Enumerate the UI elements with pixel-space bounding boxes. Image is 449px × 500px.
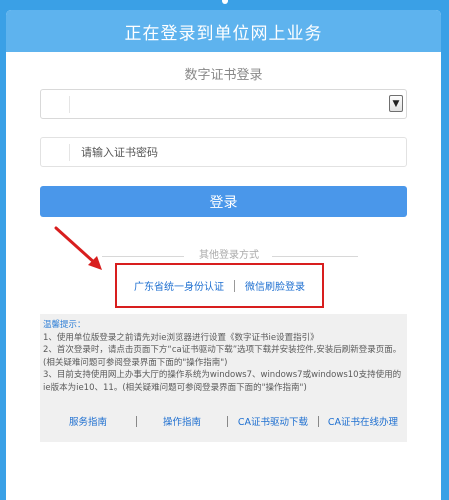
page-title: 正在登录到单位网上业务 <box>6 10 441 52</box>
other-methods-divider: 其他登录方式 <box>6 249 441 263</box>
footer-links: 服务指南 操作指南 CA证书驱动下载 CA证书在线办理 <box>40 414 407 428</box>
operation-guide-link[interactable]: 操作指南 <box>137 414 227 428</box>
tip-item: 3、目前支持使用网上办事大厅的操作系统为windows7、windows7或wi… <box>43 370 402 393</box>
certificate-select[interactable]: ▼ <box>40 89 407 119</box>
tip-item: 2、首次登录时，请点击页面下方“ca证书驱动下载”选项下载并安装控件,安装后刷新… <box>43 345 402 368</box>
password-field[interactable] <box>81 138 401 166</box>
chevron-down-icon[interactable]: ▼ <box>389 95 403 112</box>
top-indicator <box>222 0 228 4</box>
ca-online-service-link[interactable]: CA证书在线办理 <box>319 414 407 428</box>
login-subtitle: 数字证书登录 <box>184 68 263 83</box>
tip-item: 1、使用单位版登录之前请先对ie浏览器进行设置《数字证书ie设置指引》 <box>43 332 319 343</box>
alternative-login-links: 广东省统一身份认证 微信刷脸登录 <box>115 263 324 308</box>
login-button[interactable]: 登录 <box>40 186 407 217</box>
ca-driver-download-link[interactable]: CA证书驱动下载 <box>228 414 318 428</box>
select-divider <box>69 96 70 113</box>
service-guide-link[interactable]: 服务指南 <box>40 414 136 428</box>
password-field-wrapper <box>40 137 407 167</box>
tips-title: 温馨提示： <box>43 320 86 330</box>
other-methods-label: 其他登录方式 <box>199 250 259 261</box>
wechat-face-login-link[interactable]: 微信刷脸登录 <box>245 278 305 293</box>
password-field-divider <box>69 144 70 161</box>
guangdong-unified-auth-link[interactable]: 广东省统一身份认证 <box>134 278 224 293</box>
login-card: 正在登录到单位网上业务 数字证书登录 ▼ 登录 其他登录方式 广东省统一身份认证… <box>6 10 441 500</box>
